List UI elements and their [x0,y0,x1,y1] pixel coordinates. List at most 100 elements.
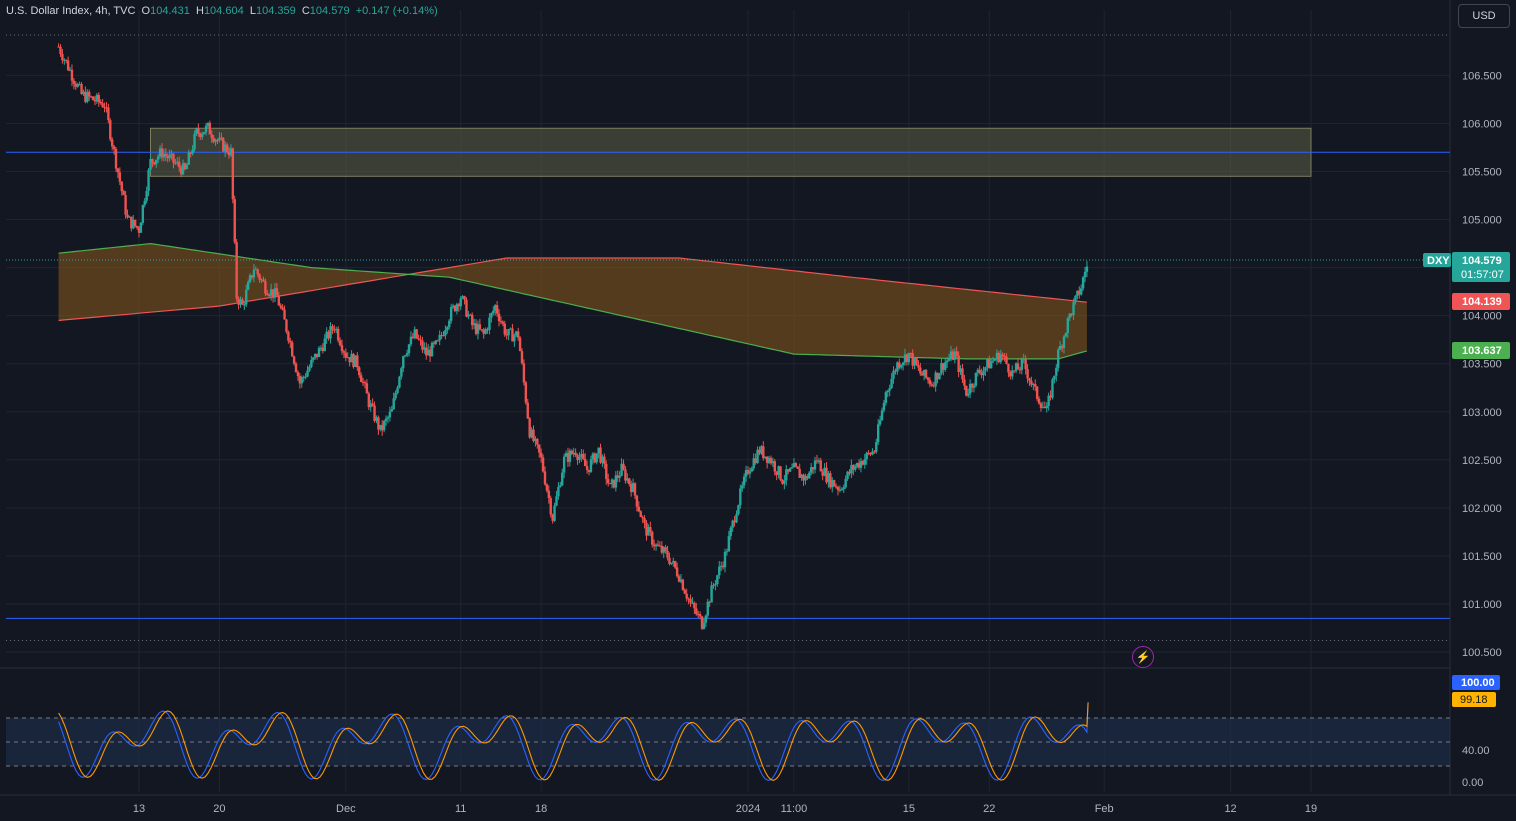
candle[interactable] [465,299,468,317]
candle[interactable] [1062,336,1066,348]
candle[interactable] [133,219,137,227]
candle[interactable] [664,547,667,551]
candle[interactable] [107,107,110,121]
candle[interactable] [516,331,520,338]
candle[interactable] [595,453,598,463]
candle[interactable] [1051,379,1054,398]
candle[interactable] [1005,356,1008,364]
candle[interactable] [1001,354,1004,357]
candle[interactable] [287,331,290,341]
candle[interactable] [656,544,660,546]
candle[interactable] [174,162,177,164]
candle[interactable] [737,505,740,515]
candle[interactable] [790,467,794,469]
candle[interactable] [336,328,340,341]
candle[interactable] [296,372,300,377]
candle[interactable] [844,478,847,488]
candle[interactable] [689,598,692,603]
candle[interactable] [405,353,409,356]
candle[interactable] [989,361,993,369]
candle[interactable] [518,337,522,352]
candle[interactable] [698,614,702,617]
candle[interactable] [877,424,880,443]
candle[interactable] [813,460,817,470]
candle[interactable] [991,360,995,362]
candle[interactable] [363,382,367,384]
candle[interactable] [342,351,346,353]
candle[interactable] [61,54,64,61]
candle[interactable] [536,438,539,445]
candle[interactable] [762,446,765,459]
candle[interactable] [890,378,893,389]
candle[interactable] [88,91,91,97]
candle[interactable] [963,379,966,386]
candle[interactable] [618,475,621,478]
candle[interactable] [681,579,685,591]
candle[interactable] [419,339,422,341]
candle[interactable] [955,351,958,356]
candle[interactable] [1055,367,1058,376]
candle[interactable] [323,338,326,351]
candle[interactable] [281,307,284,310]
candle[interactable] [714,584,717,586]
candle[interactable] [262,279,265,282]
candle[interactable] [145,190,148,201]
candle[interactable] [490,313,493,318]
candle[interactable] [243,304,246,306]
candle[interactable] [444,330,447,336]
candle[interactable] [193,133,196,150]
candle[interactable] [1066,318,1069,334]
candle[interactable] [716,575,719,585]
candle[interactable] [984,367,987,371]
candle[interactable] [488,317,491,331]
candle[interactable] [553,505,556,521]
candle[interactable] [365,383,369,394]
candle[interactable] [266,293,269,296]
price-chart[interactable]: 106.500106.000105.500105.000104.500104.0… [0,0,1516,821]
candle[interactable] [585,466,589,470]
candle[interactable] [359,375,363,382]
candle[interactable] [773,461,776,472]
candle[interactable] [210,134,213,139]
candle[interactable] [246,281,250,290]
candle[interactable] [547,490,551,499]
candle[interactable] [993,359,997,361]
candle[interactable] [641,517,644,519]
candle[interactable] [292,356,296,364]
candle[interactable] [819,460,822,472]
candle[interactable] [495,305,499,314]
candle[interactable] [882,402,886,411]
candle[interactable] [892,370,895,379]
candle[interactable] [277,295,280,306]
candle[interactable] [197,128,200,134]
candle[interactable] [308,366,311,371]
candle[interactable] [306,370,309,377]
candle[interactable] [110,139,114,147]
candle[interactable] [723,551,727,568]
candle[interactable] [384,418,388,422]
candle[interactable] [712,585,715,587]
candle[interactable] [944,362,947,370]
candle[interactable] [635,495,639,507]
candle[interactable] [114,149,118,169]
candle[interactable] [725,551,729,553]
candle[interactable] [878,420,882,425]
candle[interactable] [832,480,836,487]
candle[interactable] [639,511,642,518]
candle[interactable] [589,459,593,472]
candle[interactable] [545,484,549,491]
candle[interactable] [191,149,194,154]
candle[interactable] [120,181,123,192]
candle[interactable] [338,340,342,346]
candle[interactable] [147,169,150,191]
candle[interactable] [403,355,407,357]
candle[interactable] [331,326,334,330]
candle[interactable] [543,471,547,485]
candle[interactable] [283,309,286,320]
candle[interactable] [538,444,541,453]
candle[interactable] [1026,369,1029,379]
candle[interactable] [258,274,261,280]
candle[interactable] [139,222,143,233]
candle[interactable] [961,368,964,380]
candle[interactable] [135,226,139,228]
